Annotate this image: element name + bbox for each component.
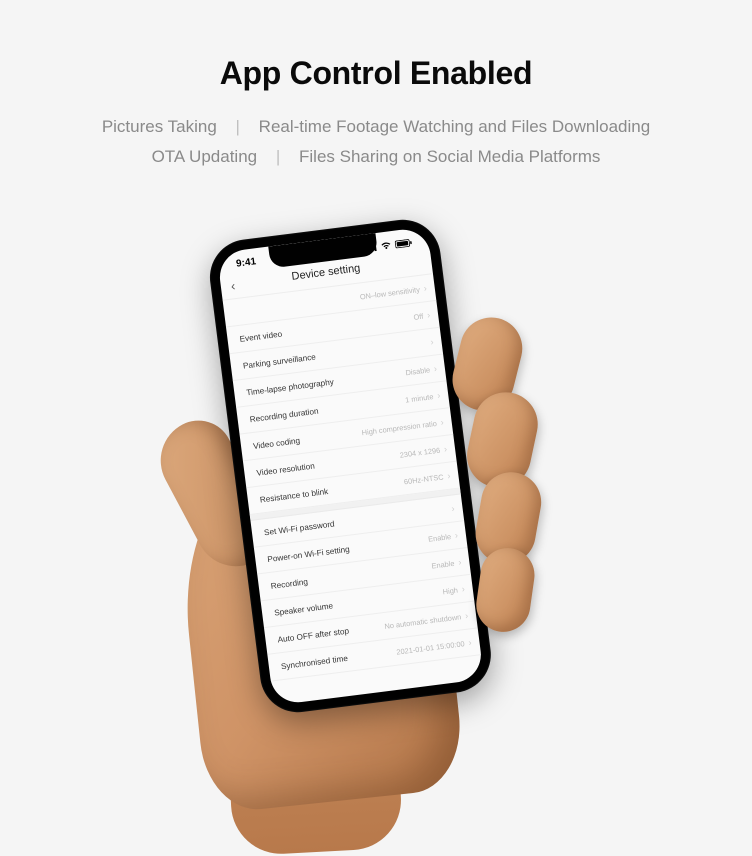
row-label: Event video [239,329,283,343]
row-label: Power-on Wi-Fi setting [267,544,350,563]
headline: App Control Enabled [0,0,752,92]
row-label: Auto OFF after stop [277,626,349,644]
separator-icon: | [236,117,240,136]
feature-ota: OTA Updating [152,147,258,166]
chevron-right-icon: › [468,637,472,647]
row-label: Time-lapse photography [246,377,334,397]
row-value: ON–low sensitivity [359,284,420,300]
row-value: Disable [405,365,431,377]
row-label: Resistance to blink [259,487,328,505]
row-value: No automatic shutdown [384,612,462,631]
chevron-right-icon: › [423,283,427,293]
chevron-right-icon: › [443,444,447,454]
wifi-icon [380,241,393,250]
chevron-right-icon: › [464,610,468,620]
feature-sharing: Files Sharing on Social Media Platforms [299,147,600,166]
chevron-right-icon: › [447,471,451,481]
feature-footage: Real-time Footage Watching and Files Dow… [259,117,651,136]
row-label: Recording duration [249,406,319,424]
row-label: Video resolution [256,461,315,477]
row-value: High compression ratio [361,418,437,436]
chevron-right-icon: › [458,557,462,567]
row-value: Enable [428,531,452,543]
chevron-right-icon: › [440,417,444,427]
chevron-right-icon: › [437,390,441,400]
row-value: 2304 x 1296 [399,445,440,459]
screen-title: Device setting [291,262,361,283]
row-label: Video coding [253,436,301,451]
row-label: Synchronised time [280,653,348,670]
hand-holding-phone: 9:41 ‹ Device setting [138,192,578,752]
chevron-right-icon: › [454,530,458,540]
row-label: Speaker volume [274,601,334,617]
row-value: Enable [431,558,455,570]
back-icon[interactable]: ‹ [230,278,236,293]
row-label: Recording [270,577,308,591]
battery-icon [394,238,413,248]
feature-pictures: Pictures Taking [102,117,217,136]
chevron-right-icon: › [461,584,465,594]
chevron-right-icon: › [426,310,430,320]
row-label: Set Wi-Fi password [263,519,335,537]
separator-icon: | [276,147,280,166]
chevron-right-icon: › [451,503,455,513]
settings-list: ON–low sensitivity› Event video Off› Par… [223,274,481,682]
row-value: 2021-01-01 15:00:00 [396,639,465,657]
chevron-right-icon: › [433,363,437,373]
status-time: 9:41 [236,256,257,269]
row-value: Off [413,311,424,321]
row-value: High [442,585,458,596]
chevron-right-icon: › [430,337,434,347]
feature-lines: Pictures Taking | Real-time Footage Watc… [0,112,752,172]
row-value: 60Hz-NTSC [403,472,444,486]
row-label: Parking surveillance [242,352,316,370]
row-value: 1 minute [405,392,434,404]
